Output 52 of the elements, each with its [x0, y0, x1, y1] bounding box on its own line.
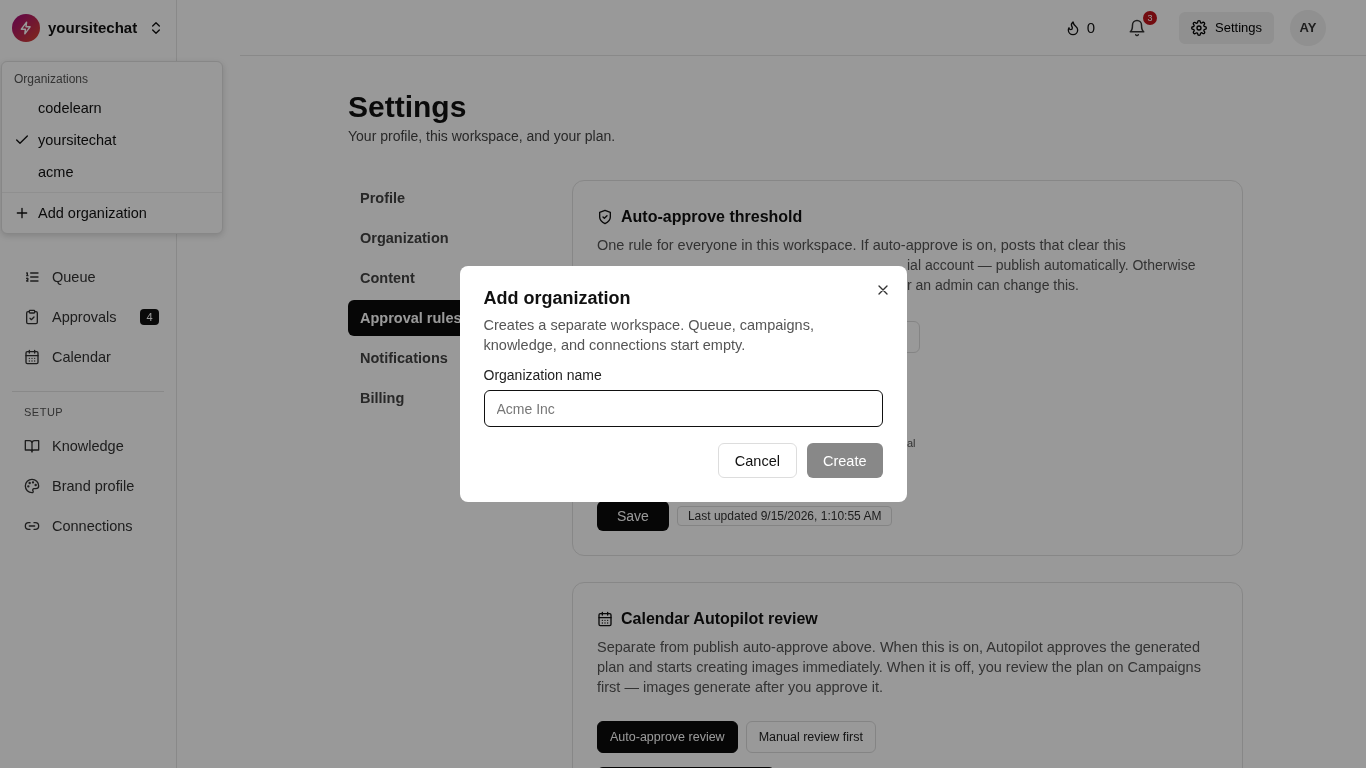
- shield-check-icon: [597, 209, 613, 225]
- settings-tab[interactable]: Content: [348, 260, 427, 296]
- organization-menu-item[interactable]: codelearn: [2, 92, 222, 124]
- book-icon: [24, 438, 40, 454]
- dialog-title: Add organization: [483, 288, 632, 309]
- settings-tab[interactable]: Notifications: [348, 340, 460, 376]
- plus-icon: [14, 205, 30, 221]
- sidebar-item[interactable]: Calendar: [12, 337, 164, 377]
- settings-icon: [1191, 19, 1207, 36]
- notification-badge: 3: [1143, 10, 1157, 25]
- save-button[interactable]: Save: [597, 501, 669, 531]
- settings-tab[interactable]: Profile: [348, 180, 418, 216]
- sidebar-item[interactable]: Queue: [12, 257, 164, 297]
- page-title: Settings: [348, 90, 468, 124]
- hint-fragment: al: [907, 437, 917, 449]
- page-subtitle: Your profile, this workspace, and your plan.: [348, 128, 617, 144]
- option-button[interactable]: Manual review first: [745, 721, 876, 753]
- user-avatar[interactable]: AY: [1290, 9, 1326, 46]
- settings-tab[interactable]: Organization: [348, 220, 461, 256]
- sidebar-item[interactable]: Approvals 4: [12, 297, 164, 337]
- sidebar-item[interactable]: Connections: [12, 506, 164, 546]
- card-title: Auto-approve threshold: [621, 207, 803, 227]
- last-updated-label: Last updated 9/15/2026, 1:10:55 AM: [676, 506, 893, 526]
- sidebar-item[interactable]: Knowledge: [12, 426, 164, 466]
- card-title: Calendar Autopilot review: [621, 609, 818, 629]
- add-organization-item[interactable]: Add organization: [2, 197, 222, 229]
- section-heading: SETUP: [23, 405, 65, 420]
- bell-icon: [1128, 18, 1146, 37]
- dialog-description: Creates a separate workspace. Queue, campaigns, knowledge, and connections start empty.: [483, 316, 815, 355]
- settings-button[interactable]: Settings: [1179, 11, 1274, 44]
- clipboard-check-icon: [24, 309, 40, 325]
- streak-count: 0: [1086, 19, 1095, 36]
- logo-icon: [12, 13, 40, 42]
- calendar-icon: [597, 611, 613, 627]
- organization-name-field[interactable]: Acme Inc: [483, 390, 883, 427]
- card-description-fragment: ial account — publish automatically. Otherwise: [907, 256, 1197, 275]
- cancel-button[interactable]: Cancel: [717, 443, 797, 478]
- option-button[interactable]: Auto-approve review: [597, 721, 738, 753]
- palette-icon: [24, 478, 40, 494]
- card-description: Separate from publish auto-approve above. When this is on, Autopilot approves the generated plan and starts creating images immediately. When it is off, you review the plan on Campaigns first — images generate after you approve it.: [597, 638, 1202, 697]
- count-badge: 4: [140, 309, 159, 325]
- card-description-fragment: r an admin can change this.: [907, 276, 1080, 295]
- card-description: One rule for everyone in this workspace. If auto-approve is on, posts that clear this: [597, 236, 1127, 255]
- settings-tab[interactable]: Billing: [348, 380, 417, 416]
- sidebar-item[interactable]: Brand profile: [12, 466, 164, 506]
- organization-menu-item[interactable]: yoursitechat: [2, 124, 222, 156]
- organization-menu-item[interactable]: acme: [2, 156, 222, 188]
- field-label: Organization name: [483, 367, 603, 383]
- organization-name: yoursitechat: [48, 19, 139, 36]
- list-icon: [24, 269, 40, 285]
- calendar-icon: [24, 349, 40, 365]
- menu-heading: Organizations: [13, 71, 90, 88]
